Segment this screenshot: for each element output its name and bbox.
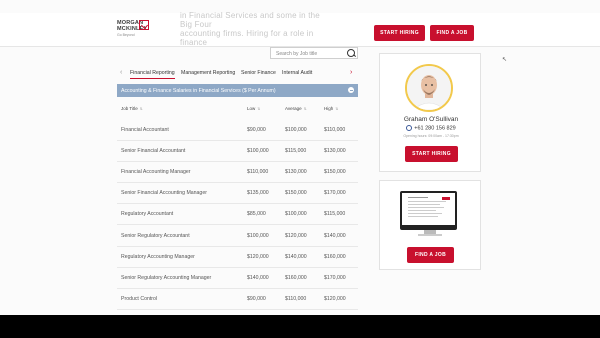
cell-job-title: Senior Financial Accountant — [121, 148, 186, 154]
cell-average: $130,000 — [285, 169, 307, 175]
cell-high: $140,000 — [324, 233, 346, 239]
column-header-high[interactable]: High ⇅ — [324, 106, 338, 111]
table-row: Senior Financial Accounting Manager $135… — [117, 182, 358, 204]
category-tabs: ‹ Financial Reporting Management Reporti… — [117, 67, 358, 81]
cell-low: $90,000 — [247, 127, 266, 133]
column-label: Low — [247, 106, 256, 111]
consultant-name: Graham O'Sullivan — [403, 116, 459, 123]
cell-job-title: Senior Regulatory Accountant — [121, 233, 190, 239]
consultant-card: Graham O'Sullivan +61 280 156 829 Openin… — [379, 53, 481, 172]
table-section-header[interactable]: Accounting & Finance Salaries in Financi… — [117, 84, 358, 97]
sort-icon: ⇅ — [303, 107, 307, 111]
column-label: Average — [285, 106, 302, 111]
monitor-base — [418, 234, 442, 236]
cell-high: $160,000 — [324, 254, 346, 260]
cell-average: $160,000 — [285, 275, 307, 281]
cell-job-title: Regulatory Accountant — [121, 211, 174, 217]
tab-senior-finance[interactable]: Senior Finance — [241, 70, 276, 76]
find-a-job-button[interactable]: FIND A JOB — [430, 25, 474, 41]
cell-average: $100,000 — [285, 127, 307, 133]
search-input[interactable]: Search by Job title — [270, 47, 358, 59]
mouse-cursor-icon: ↖ — [502, 57, 508, 63]
avatar — [405, 64, 453, 112]
scrolled-text-line: in Financial Services and some in the Bi… — [180, 11, 320, 29]
scrolled-text-line: accounting firms. Hiring for a role in f… — [180, 29, 314, 47]
cell-average: $110,000 — [285, 296, 307, 302]
table-row: Regulatory Accounting Manager $120,000 $… — [117, 246, 358, 268]
tab-internal-audit[interactable]: Internal Audit — [282, 70, 312, 76]
cell-high: $110,000 — [324, 127, 346, 133]
cell-high: $115,000 — [324, 211, 346, 217]
portrait-illustration — [407, 66, 451, 110]
cell-job-title: Product Control — [121, 296, 158, 302]
cell-job-title: Financial Accountant — [121, 127, 169, 133]
cell-high: $170,000 — [324, 190, 346, 196]
monitor-illustration — [400, 191, 457, 230]
consultant-phone[interactable]: +61 280 156 829 — [380, 125, 482, 131]
tab-management-reporting[interactable]: Management Reporting — [181, 70, 235, 76]
column-header-low[interactable]: Low ⇅ — [247, 106, 260, 111]
job-search-card: FIND A JOB — [379, 180, 481, 270]
logo-mark-icon — [139, 20, 149, 30]
cell-average: $150,000 — [285, 190, 307, 196]
start-hiring-button[interactable]: START HIRING — [374, 25, 425, 41]
column-header-average[interactable]: Average ⇅ — [285, 106, 307, 111]
start-hiring-card-button[interactable]: START HIRING — [405, 146, 458, 162]
chevron-right-icon[interactable]: › — [350, 69, 352, 76]
cell-average: $115,000 — [285, 148, 307, 154]
sort-icon: ⇅ — [139, 107, 143, 111]
cell-high: $130,000 — [324, 148, 346, 154]
cell-low: $135,000 — [247, 190, 269, 196]
find-a-job-card-button[interactable]: FIND A JOB — [407, 247, 454, 263]
cell-job-title: Senior Regulatory Accounting Manager — [121, 275, 212, 281]
cell-average: $120,000 — [285, 233, 307, 239]
cell-average: $140,000 — [285, 254, 307, 260]
tab-financial-reporting[interactable]: Financial Reporting — [130, 70, 175, 79]
table-row: Regulatory Accountant $85,000 $100,000 $… — [117, 203, 358, 225]
logo-tagline: Go Beyond — [117, 33, 135, 37]
cell-low: $120,000 — [247, 254, 269, 260]
table-row: Senior Regulatory Accountant $100,000 $1… — [117, 225, 358, 247]
cell-job-title: Financial Accounting Manager — [121, 169, 191, 175]
page: in Financial Services and some in the Bi… — [0, 0, 600, 315]
cell-low: $90,000 — [247, 296, 266, 302]
table-row: Financial Accounting Manager $110,000 $1… — [117, 161, 358, 183]
collapse-icon[interactable] — [348, 87, 354, 93]
table-title: Accounting & Finance Salaries in Financi… — [121, 87, 276, 94]
cell-low: $85,000 — [247, 211, 266, 217]
monitor-screen — [402, 193, 455, 225]
cell-high: $150,000 — [324, 169, 346, 175]
cell-low: $110,000 — [247, 169, 269, 175]
phone-number: +61 280 156 829 — [414, 125, 456, 132]
search-placeholder: Search by Job title — [276, 50, 318, 57]
sort-icon: ⇅ — [257, 107, 261, 111]
cell-job-title: Regulatory Accounting Manager — [121, 254, 195, 260]
column-label: Job Title — [121, 106, 138, 111]
search-icon[interactable] — [347, 49, 355, 57]
cell-low: $100,000 — [247, 148, 269, 154]
table-row: Product Control $90,000 $110,000 $120,00… — [117, 288, 358, 310]
top-bar: in Financial Services and some in the Bi… — [0, 11, 600, 47]
cell-low: $140,000 — [247, 275, 269, 281]
cell-low: $100,000 — [247, 233, 269, 239]
logo[interactable]: MORGAN MCKINLEY Go Beyond — [117, 20, 149, 37]
chevron-left-icon[interactable]: ‹ — [120, 69, 122, 76]
cell-average: $100,000 — [285, 211, 307, 217]
table-row: Financial Accountant $90,000 $100,000 $1… — [117, 119, 358, 141]
phone-icon — [406, 125, 413, 131]
cell-high: $170,000 — [324, 275, 346, 281]
scrolled-text: in Financial Services and some in the Bi… — [180, 11, 330, 47]
column-header-job-title[interactable]: Job Title ⇅ — [121, 106, 143, 111]
table-row: Senior Regulatory Accounting Manager $14… — [117, 267, 358, 289]
sort-icon: ⇅ — [335, 107, 339, 111]
table-row: Senior Financial Accountant $100,000 $11… — [117, 140, 358, 162]
opening-hours: Opening hours: 09:00am - 17:30pm — [403, 134, 459, 138]
cell-high: $120,000 — [324, 296, 346, 302]
column-label: High — [324, 106, 334, 111]
cell-job-title: Senior Financial Accounting Manager — [121, 190, 207, 196]
